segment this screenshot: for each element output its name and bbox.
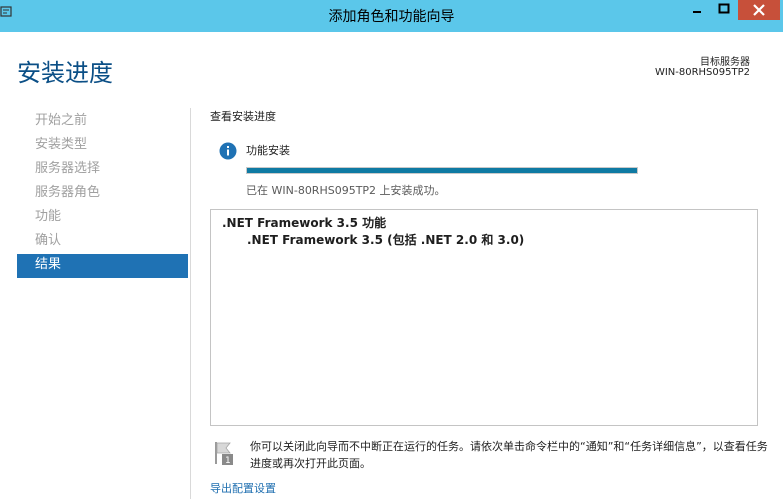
note-flag-icon: 1 (215, 442, 233, 466)
nav-item-server-roles[interactable]: 服务器角色 (17, 182, 188, 206)
nav-item-before-you-begin[interactable]: 开始之前 (17, 110, 188, 134)
progress-fill (247, 168, 637, 173)
close-icon (753, 4, 765, 16)
maximize-button[interactable] (711, 0, 737, 20)
install-progress-bar (246, 167, 638, 174)
close-button[interactable] (738, 0, 780, 20)
section-title: 查看安装进度 (210, 110, 276, 123)
note-text: 你可以关闭此向导而不中断正在运行的任务。请依次单击命令栏中的“通知”和“任务详细… (250, 440, 768, 470)
nav-item-results[interactable]: 结果 (17, 254, 188, 278)
target-server-name: WIN-80RHS095TP2 (654, 67, 750, 78)
minimize-button[interactable] (684, 0, 710, 20)
install-status-text: 已在 WIN-80RHS095TP2 上安装成功。 (246, 184, 446, 197)
title-bar: 添加角色和功能向导 (0, 0, 783, 32)
result-item-sub: .NET Framework 3.5 (包括 .NET 2.0 和 3.0) (247, 233, 525, 247)
results-list[interactable]: .NET Framework 3.5 功能 .NET Framework 3.5… (210, 209, 758, 426)
nav-item-confirmation[interactable]: 确认 (17, 230, 188, 254)
nav-item-installation-type[interactable]: 安装类型 (17, 134, 188, 158)
page-title: 安装进度 (17, 59, 113, 87)
svg-text:1: 1 (225, 456, 231, 466)
info-icon (219, 142, 237, 160)
nav-item-features[interactable]: 功能 (17, 206, 188, 230)
minimize-icon (693, 11, 701, 13)
maximize-icon (718, 3, 730, 14)
wizard-nav: 开始之前 安装类型 服务器选择 服务器角色 功能 确认 结果 (17, 110, 188, 278)
result-item-main: .NET Framework 3.5 功能 (222, 216, 387, 230)
feature-install-label: 功能安装 (246, 144, 290, 157)
window-title: 添加角色和功能向导 (328, 9, 455, 25)
export-config-link[interactable]: 导出配置设置 (210, 480, 276, 496)
nav-item-server-selection[interactable]: 服务器选择 (17, 158, 188, 182)
target-server-label: 目标服务器 (700, 57, 750, 68)
nav-divider (190, 108, 191, 499)
